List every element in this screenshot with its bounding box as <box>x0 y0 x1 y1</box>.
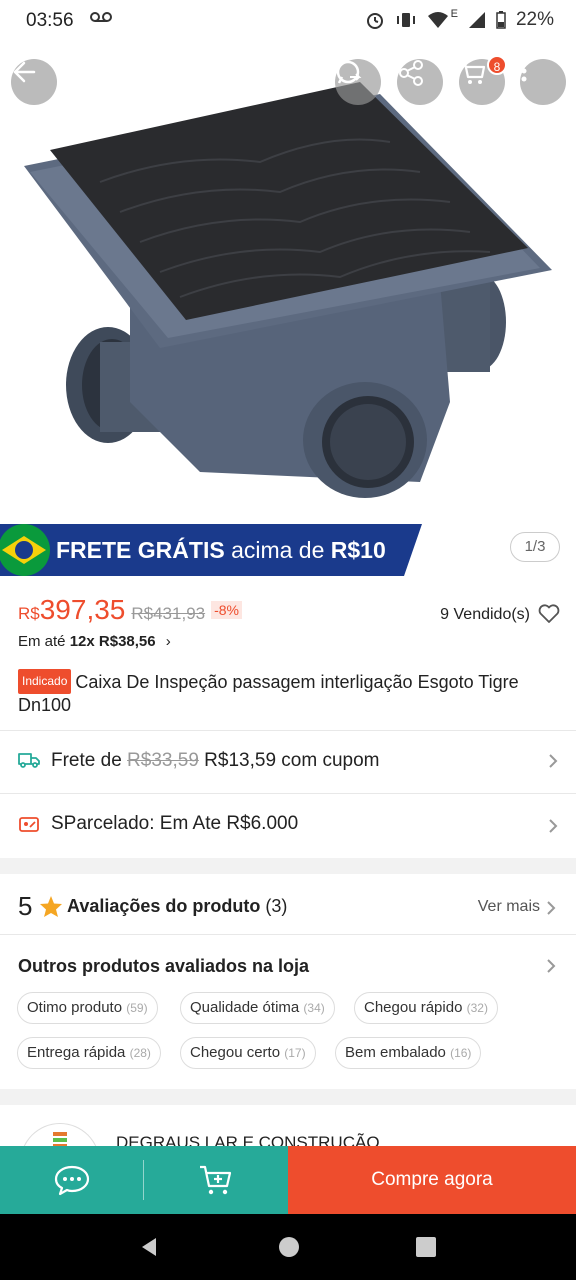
arrow-left-icon <box>13 61 36 83</box>
battery-icon <box>496 11 506 29</box>
review-chip[interactable]: Bem embalado (16) <box>335 1037 482 1069</box>
shipping-label: Frete de <box>51 750 122 771</box>
voicemail-icon <box>90 10 112 28</box>
buy-now-button[interactable]: Compre agora <box>288 1146 576 1214</box>
network-type: E <box>450 8 458 20</box>
review-chip[interactable]: Otimo produto (59) <box>17 992 158 1024</box>
android-nav-bar <box>0 1214 576 1280</box>
chevron-right-icon <box>547 901 556 915</box>
whatsapp-share-button[interactable] <box>335 59 381 105</box>
share-icon <box>399 60 423 86</box>
battery-percent: 22% <box>515 9 554 30</box>
section-gap <box>0 1089 576 1105</box>
add-to-cart-button[interactable] <box>144 1146 288 1214</box>
review-chip[interactable]: Chegou certo (17) <box>180 1037 316 1069</box>
shipping-new-price: R$13,59 com cupom <box>204 750 380 771</box>
product-image <box>24 82 552 498</box>
installments-value: 12x R$38,56 <box>69 633 156 650</box>
whatsapp-icon <box>336 60 362 84</box>
cart-count-badge: 8 <box>487 55 507 75</box>
chevron-right-icon <box>549 754 558 768</box>
chat-button[interactable] <box>0 1146 144 1214</box>
installments-link[interactable]: Em até 12x R$38,56 › <box>18 633 171 650</box>
truck-icon <box>18 753 40 768</box>
chat-icon <box>54 1165 90 1196</box>
reviews-title: Avaliações do produto (3) <box>67 896 288 916</box>
recents-nav-icon[interactable] <box>416 1237 436 1257</box>
store-name[interactable]: DEGRAUS LAR E CONSTRUÇÃO <box>116 1133 380 1147</box>
signal-icon <box>468 12 485 28</box>
price-row: R$ 397,35 R$431,93 -8% <box>18 594 243 626</box>
status-bar: 03:56 E 22% <box>0 0 576 42</box>
discount-badge: -8% <box>211 601 243 619</box>
price-old: R$431,93 <box>131 604 206 623</box>
divider <box>0 934 576 935</box>
price-value: 397,35 <box>39 594 126 625</box>
heart-icon[interactable] <box>538 604 560 624</box>
image-page-indicator: 1/3 <box>510 532 560 562</box>
wifi-icon <box>427 12 448 28</box>
review-chip[interactable]: Qualidade ótima (34) <box>180 992 335 1024</box>
banner-text: FRETE GRÁTIS acima de R$10 <box>56 537 386 563</box>
alarm-icon <box>366 13 383 29</box>
back-nav-icon[interactable] <box>138 1236 160 1258</box>
store-reviews-title[interactable]: Outros produtos avaliados na loja <box>18 956 309 977</box>
recommended-tag: Indicado <box>18 669 72 694</box>
review-chip[interactable]: Chegou rápido (32) <box>354 992 498 1024</box>
back-button[interactable] <box>11 59 57 105</box>
more-vertical-icon <box>521 60 527 82</box>
review-chip[interactable]: Entrega rápida (28) <box>17 1037 161 1069</box>
product-image-carousel[interactable]: 8 <box>0 42 576 524</box>
more-options-button[interactable] <box>520 59 566 105</box>
coupon-icon <box>19 817 39 832</box>
shipping-row[interactable]: Frete de R$33,59 R$13,59 com cupom <box>0 731 576 793</box>
status-icons: E 22% <box>365 8 554 31</box>
add-cart-icon <box>200 1165 232 1195</box>
free-shipping-banner: FRETE GRÁTIS acima de R$10 <box>0 524 422 576</box>
chevron-right-icon <box>547 959 556 973</box>
price-currency: R$ <box>18 604 40 623</box>
see-more-reviews-link[interactable]: Ver mais <box>478 898 540 916</box>
reviews-count: (3) <box>265 896 288 916</box>
status-time: 03:56 <box>26 10 74 31</box>
cart-button[interactable]: 8 <box>459 55 507 105</box>
bottom-action-bar: Compre agora <box>0 1146 576 1214</box>
vibrate-icon <box>396 13 415 27</box>
chevron-right-icon <box>549 819 558 833</box>
rating-score: 5 <box>18 891 33 921</box>
home-nav-icon[interactable] <box>278 1236 300 1258</box>
sold-count: 9 Vendido(s) <box>440 606 530 623</box>
shipping-old-price: R$33,59 <box>127 750 199 771</box>
product-title: Indicado Caixa De Inspeção passagem inter… <box>18 669 558 717</box>
share-button[interactable] <box>397 59 443 105</box>
brazil-flag-icon <box>0 524 50 576</box>
chevron-right-icon: › <box>165 633 171 650</box>
star-icon <box>40 896 62 917</box>
installment-promo-row[interactable]: SParcelado: Em Ate R$6.000 <box>0 794 576 856</box>
cart-icon <box>461 61 486 84</box>
section-gap <box>0 858 576 874</box>
installment-promo-label: SParcelado: Em Ate R$6.000 <box>51 813 299 834</box>
